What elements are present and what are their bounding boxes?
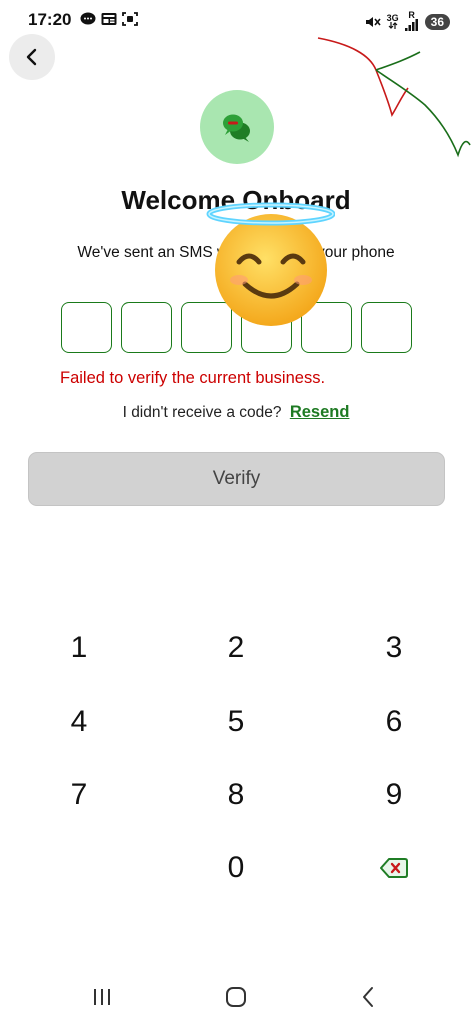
- key-6[interactable]: 6: [339, 697, 449, 747]
- key-2[interactable]: 2: [181, 623, 291, 673]
- key-7[interactable]: 7: [24, 770, 134, 820]
- roaming-indicator: R: [404, 10, 419, 32]
- nav-back-button[interactable]: [348, 984, 388, 1010]
- home-button[interactable]: [216, 984, 256, 1010]
- backspace-key[interactable]: [339, 843, 449, 893]
- otp-digit-1[interactable]: [61, 302, 112, 353]
- recent-apps-icon: [94, 989, 110, 1005]
- back-button[interactable]: [9, 34, 55, 80]
- backspace-icon: [380, 858, 408, 878]
- key-4[interactable]: 4: [24, 697, 134, 747]
- verify-button[interactable]: Verify: [28, 452, 445, 506]
- roaming-label: R: [408, 10, 415, 20]
- resend-prompt: I didn't receive a code?: [122, 404, 282, 421]
- key-5[interactable]: 5: [181, 697, 291, 747]
- network-type: 3G: [386, 12, 399, 23]
- smiling-face-with-halo-icon: [206, 202, 335, 326]
- home-icon: [226, 987, 246, 1007]
- chat-bubbles-icon: [223, 114, 250, 142]
- key-1[interactable]: 1: [24, 623, 134, 673]
- status-icons-left: [80, 12, 138, 26]
- back-icon: [363, 987, 373, 1007]
- network-indicator: 3G: [386, 12, 399, 30]
- resend-row: I didn't receive a code? Resend: [0, 403, 472, 422]
- data-arrows-icon: [388, 21, 398, 29]
- otp-digit-6[interactable]: [361, 302, 412, 353]
- verify-button-label: Verify: [212, 468, 261, 489]
- recent-apps-button[interactable]: [82, 984, 122, 1010]
- annotation-scribble: [317, 37, 471, 158]
- status-icons-right: 3G R 36: [365, 11, 450, 32]
- app-logo: [200, 90, 274, 164]
- mute-icon: [365, 16, 381, 27]
- chat-bubble-icon: [80, 12, 96, 25]
- key-8[interactable]: 8: [181, 770, 291, 820]
- error-message: Failed to verify the current business.: [60, 369, 326, 387]
- resend-link[interactable]: Resend: [290, 403, 350, 421]
- otp-digit-2[interactable]: [121, 302, 172, 353]
- status-time: 17:20: [28, 10, 72, 29]
- key-0[interactable]: 0: [181, 843, 291, 893]
- key-9[interactable]: 9: [339, 770, 449, 820]
- screenshot-icon: [122, 12, 138, 26]
- chevron-left-icon: [26, 48, 37, 66]
- battery-level: 36: [424, 13, 450, 30]
- key-3[interactable]: 3: [339, 623, 449, 673]
- news-icon: [101, 13, 117, 25]
